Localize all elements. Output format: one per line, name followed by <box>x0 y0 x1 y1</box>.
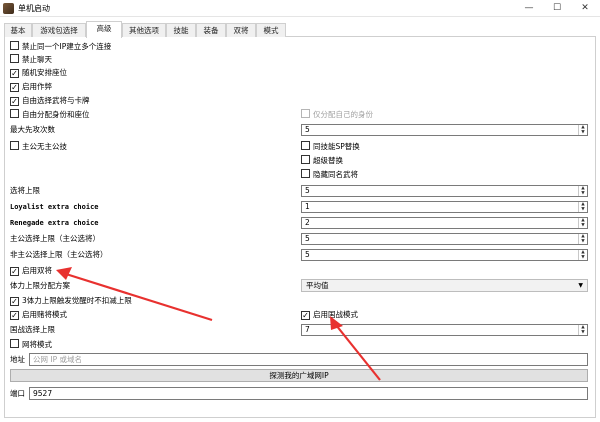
address-label: 地址 <box>10 355 25 364</box>
spin-down-icon: ▼ <box>581 239 585 244</box>
chevron-down-icon: ▼ <box>578 282 583 289</box>
port-label: 端口 <box>10 389 25 398</box>
renegade-spinbox[interactable]: 2 ▲ ▼ <box>301 217 588 229</box>
check-icon[interactable]: ✓ <box>10 311 19 320</box>
forbid-chat-option[interactable]: 禁止聊天 <box>10 54 52 66</box>
close-icon[interactable]: ✕ <box>571 0 599 17</box>
replace-sp-option[interactable]: 同技能SP替换 <box>301 141 360 153</box>
window-title: 单机启动 <box>18 4 50 13</box>
forbid-same-ip-option[interactable]: 禁止同一个IP建立多个连接 <box>10 41 111 53</box>
hp-scheme-label: 体力上限分配方案 <box>10 281 70 290</box>
checkbox[interactable] <box>10 141 19 150</box>
check-icon[interactable]: ✓ <box>10 69 19 78</box>
hp3-dealer-option[interactable]: ✓ 3体力上限触发觉醒时不扣减上限 <box>10 295 132 307</box>
check-icon[interactable]: ✓ <box>10 297 19 306</box>
checkbox[interactable] <box>10 54 19 63</box>
loyalist-label: Loyalist extra choice <box>10 203 99 211</box>
ai-mode-option[interactable]: 网将模式 <box>10 339 52 351</box>
title-bar: 单机启动 — ☐ ✕ <box>0 0 600 17</box>
noble-limit-label: 非主公选择上限（主公选将） <box>10 250 108 259</box>
loyalist-spinbox[interactable]: 1 ▲ ▼ <box>301 201 588 213</box>
check-icon[interactable]: ✓ <box>10 97 19 106</box>
hegemony-limit-spinbox[interactable]: 7 ▲ ▼ <box>301 324 588 336</box>
checkbox[interactable] <box>10 41 19 50</box>
spin-down-icon: ▼ <box>581 255 585 260</box>
tab-package-select[interactable]: 游戏包选择 <box>32 23 86 37</box>
hp-scheme-select[interactable]: 平均值 ▼ <box>301 279 588 292</box>
maximize-icon[interactable]: ☐ <box>543 0 571 17</box>
check-icon[interactable]: ✓ <box>301 311 310 320</box>
app-icon <box>3 3 14 14</box>
noble-limit-spinbox[interactable]: 5 ▲ ▼ <box>301 249 588 261</box>
enable-yang-option[interactable]: ✓ 启用国战模式 <box>301 309 358 321</box>
spin-down-icon: ▼ <box>581 223 585 228</box>
general-limit-spinbox[interactable]: 5 ▲ ▼ <box>301 185 588 197</box>
port-input[interactable]: 9527 <box>29 387 588 400</box>
minimize-icon[interactable]: — <box>515 0 543 17</box>
checkbox[interactable] <box>301 155 310 164</box>
lord-limit-label: 主公选择上限（主公选将） <box>10 234 100 243</box>
free-assign-option[interactable]: 自由分配身份和座位 <box>10 109 90 121</box>
checkbox[interactable] <box>301 141 310 150</box>
tab-skills[interactable]: 技能 <box>166 23 196 37</box>
check-icon[interactable]: ✓ <box>10 83 19 92</box>
tab-other-options[interactable]: 其他选项 <box>122 23 166 37</box>
checkbox[interactable] <box>10 109 19 118</box>
lord-no-skill-option[interactable]: 主公无主公技 <box>10 141 67 153</box>
renegade-label: Renegade extra choice <box>10 219 99 227</box>
spin-down-icon: ▼ <box>581 191 585 196</box>
check-icon[interactable]: ✓ <box>10 267 19 276</box>
hegemony-limit-label: 国战选择上限 <box>10 325 55 334</box>
checkbox[interactable] <box>10 339 19 348</box>
enable-cheat-option[interactable]: ✓ 启用作弊 <box>10 81 52 93</box>
spin-down-icon: ▼ <box>581 330 585 335</box>
spin-down-icon: ▼ <box>581 207 585 212</box>
enable-double-option[interactable]: ✓ 启用双将 <box>10 265 52 277</box>
address-input[interactable]: 公网 IP 或域名 <box>29 353 588 366</box>
max-choose-label: 最大先攻次数 <box>10 125 55 134</box>
hide-same-name-option[interactable]: 隐藏同名武将 <box>301 169 358 181</box>
tab-double-general[interactable]: 双将 <box>226 23 256 37</box>
checkbox[interactable] <box>301 169 310 178</box>
super-swap-option[interactable]: 超级替换 <box>301 155 343 167</box>
tab-bar: 基本 游戏包选择 高级 其他选项 技能 装备 双将 模式 <box>4 21 596 38</box>
lord-limit-spinbox[interactable]: 5 ▲ ▼ <box>301 233 588 245</box>
random-seat-option[interactable]: ✓ 随机安排座位 <box>10 67 67 79</box>
enable-lucky-option[interactable]: ✓ 启用赌将模式 <box>10 309 67 321</box>
free-choose-option[interactable]: ✓ 自由选择武将与卡牌 <box>10 95 90 107</box>
tab-mode[interactable]: 模式 <box>256 23 286 37</box>
tab-basic[interactable]: 基本 <box>4 23 32 37</box>
detect-ip-button[interactable]: 探测我的广域网IP <box>10 369 588 382</box>
checkbox <box>301 109 310 118</box>
tab-advanced[interactable]: 高级 <box>86 21 122 38</box>
spin-down-icon: ▼ <box>581 130 585 135</box>
max-choose-spinbox[interactable]: 5 ▲ ▼ <box>301 124 588 136</box>
general-limit-label: 选将上限 <box>10 186 40 195</box>
assign-self-only-option: 仅分配自己的身份 <box>301 109 373 121</box>
advanced-panel: 禁止同一个IP建立多个连接 禁止聊天 ✓ 随机安排座位 ✓ 启用作弊 ✓ 自由选择武将… <box>4 37 596 418</box>
tab-equipment[interactable]: 装备 <box>196 23 226 37</box>
